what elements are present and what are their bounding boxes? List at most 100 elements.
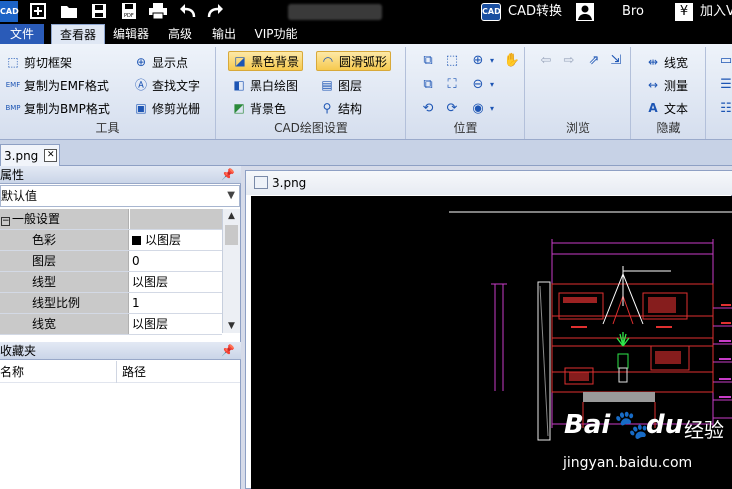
favorites-header: 收藏夹 📌 [0,342,241,360]
property-row[interactable]: 图层 0 [0,251,222,272]
yen-icon[interactable]: ¥ [675,3,693,21]
menu-output[interactable]: 输出 [204,24,244,44]
ribbon-group-hide: ⇹ 线宽 ↔ 测量 A 文本 隐藏 [632,47,706,139]
find-text-icon: Ⓐ [134,78,147,92]
menu-advanced[interactable]: 高级 [160,24,200,44]
chevron-down-icon[interactable]: ▼ [227,186,235,206]
property-row[interactable]: 线宽 以图层 [0,314,222,335]
fit-page-icon[interactable]: ⧉ [419,76,437,94]
save-icon[interactable] [89,2,109,22]
scroll-up-icon[interactable]: ▲ [223,209,240,223]
title-bar: CAD PDF CAD CAD转换 Bro ¥ 加入V [0,0,732,24]
join-vip-link[interactable]: 加入V [700,3,732,21]
collapse-icon[interactable]: − [1,217,10,226]
measure-icon: ↔ [647,78,659,92]
property-row[interactable]: 线型 以图层 [0,272,222,293]
next-arrow-icon[interactable]: ⇨ [560,52,578,70]
zoom-window-icon[interactable]: ⬚ [443,52,461,70]
ribbon: ⬚ 剪切框架 EMF 复制为EMF格式 BMP 复制为BMP格式 ⊕ 显示点 Ⓐ 查找文字… [0,44,732,140]
black-white-drawing-button[interactable]: ◧ 黑白绘图 [228,75,301,95]
menu-file[interactable]: 文件 [0,24,44,44]
show-points-button[interactable]: ⊕ 显示点 [130,52,191,72]
user-avatar-icon[interactable] [576,3,594,21]
structure-button[interactable]: ⚲ 结构 [316,98,365,118]
zoom-in-dropdown-icon[interactable]: ▾ [483,52,501,70]
close-tab-icon[interactable]: ✕ [44,149,58,162]
view-3d-dropdown-icon[interactable]: ▾ [483,100,501,118]
document-tab[interactable]: 3.png ✕ [0,144,60,166]
property-grid: − 一般设置 色彩 以图层 图层 0 线型 以图层 线型比例 1 线宽 以图层 [0,209,222,335]
menu-viewer[interactable]: 查看器 [51,24,105,44]
settings-list-icon[interactable]: ☷ [717,100,732,118]
open-external-icon[interactable]: ⇗ [585,52,603,70]
line-width-button[interactable]: ⇹ 线宽 [642,52,691,72]
smooth-arc-button[interactable]: ◠ 圆滑弧形 [316,51,392,71]
zoom-out-dropdown-icon[interactable]: ▾ [483,76,501,94]
text-icon: A [648,101,658,115]
properties-combo[interactable]: 默认值 ▼ [0,185,240,207]
zoom-extents-icon[interactable]: ⛶ [443,76,461,94]
emf-icon: EMF [5,81,21,89]
favorites-columns: 名称 路径 [0,361,240,383]
cut-frame-button[interactable]: ⬚ 剪切框架 [2,52,75,72]
export-icon[interactable]: ⇲ [607,52,625,70]
new-icon[interactable] [28,2,48,22]
layers-icon: ▤ [321,78,333,92]
pan-hand-icon[interactable]: ✋ [503,52,521,70]
color-swatch [132,236,141,245]
open-folder-icon[interactable] [59,2,79,22]
bmp-icon: BMP [5,104,21,112]
group-label-position: 位置 [453,121,478,135]
layers-button[interactable]: ▤ 图层 [316,75,365,95]
column-name[interactable]: 名称 [0,361,24,383]
app-logo-icon[interactable]: CAD [0,1,19,22]
background-color-icon: ◩ [233,101,245,115]
properties-scrollbar[interactable]: ▲ ▼ [222,209,240,333]
cad-convert-icon[interactable]: CAD [481,3,501,21]
text-button[interactable]: A 文本 [642,98,691,118]
property-row[interactable]: 线型比例 1 [0,293,222,314]
line-width-icon: ⇹ [647,55,659,69]
redo-icon[interactable] [205,2,225,22]
scroll-down-icon[interactable]: ▼ [223,319,240,333]
column-path[interactable]: 路径 [122,361,146,383]
scroll-thumb[interactable] [225,225,238,245]
property-section[interactable]: − 一般设置 [0,209,222,230]
group-label-cad-settings: CAD绘图设置 [274,121,348,135]
undo-icon[interactable] [178,2,198,22]
ribbon-group-partial: ▭ ☰ ☷ [707,47,732,139]
properties-header: 属性 📌 [0,166,241,184]
ribbon-group-cad-settings: ◪ 黑色背景 ◧ 黑白绘图 ◩ 背景色 ◠ 圆滑弧形 ▤ 图层 ⚲ 结构 CAD绘图设置 [217,47,406,139]
menu-vip[interactable]: VIP功能 [250,24,302,44]
background-color-button[interactable]: ◩ 背景色 [228,98,289,118]
column-divider [116,361,117,383]
title-blurred [288,4,382,20]
black-background-button[interactable]: ◪ 黑色背景 [228,51,304,71]
paw-icon: 🐾 [614,408,649,441]
menu-editor[interactable]: 编辑器 [106,24,156,44]
previous-arrow-icon[interactable]: ⇦ [537,52,555,70]
ribbon-group-position: ⧉ ⬚ ⊕ ▾ ✋ ⧉ ⛶ ⊖ ▾ ⟲ ⟳ ◉ ▾ 位置 [407,47,525,139]
fit-extents-icon[interactable]: ⧉ [419,52,437,70]
favorites-panel: 收藏夹 📌 名称 路径 [0,342,241,489]
trim-raster-icon: ▣ [135,101,147,115]
measure-button[interactable]: ↔ 测量 [642,75,691,95]
zoom-previous-icon[interactable]: ⟳ [443,100,461,118]
save-pdf-icon[interactable]: PDF [119,2,139,22]
black-white-icon: ◧ [233,78,245,92]
user-name[interactable]: Bro [622,3,644,21]
rotate-view-icon[interactable]: ⟲ [419,100,437,118]
pin-icon[interactable]: 📌 [221,342,235,360]
layout-icon[interactable]: ▭ [717,52,732,70]
smooth-arc-icon: ◠ [322,54,334,68]
copy-emf-button[interactable]: EMF 复制为EMF格式 [2,75,112,95]
print-icon[interactable] [148,2,168,22]
cad-convert-link[interactable]: CAD转换 [508,3,562,21]
list-icon[interactable]: ☰ [717,76,732,94]
copy-bmp-button[interactable]: BMP 复制为BMP格式 [2,98,113,118]
trim-raster-button[interactable]: ▣ 修剪光栅 [130,98,203,118]
svg-text:PDF: PDF [124,13,134,19]
pin-icon[interactable]: 📌 [221,166,235,184]
property-row[interactable]: 色彩 以图层 [0,230,222,251]
find-text-button[interactable]: Ⓐ 查找文字 [130,75,203,95]
